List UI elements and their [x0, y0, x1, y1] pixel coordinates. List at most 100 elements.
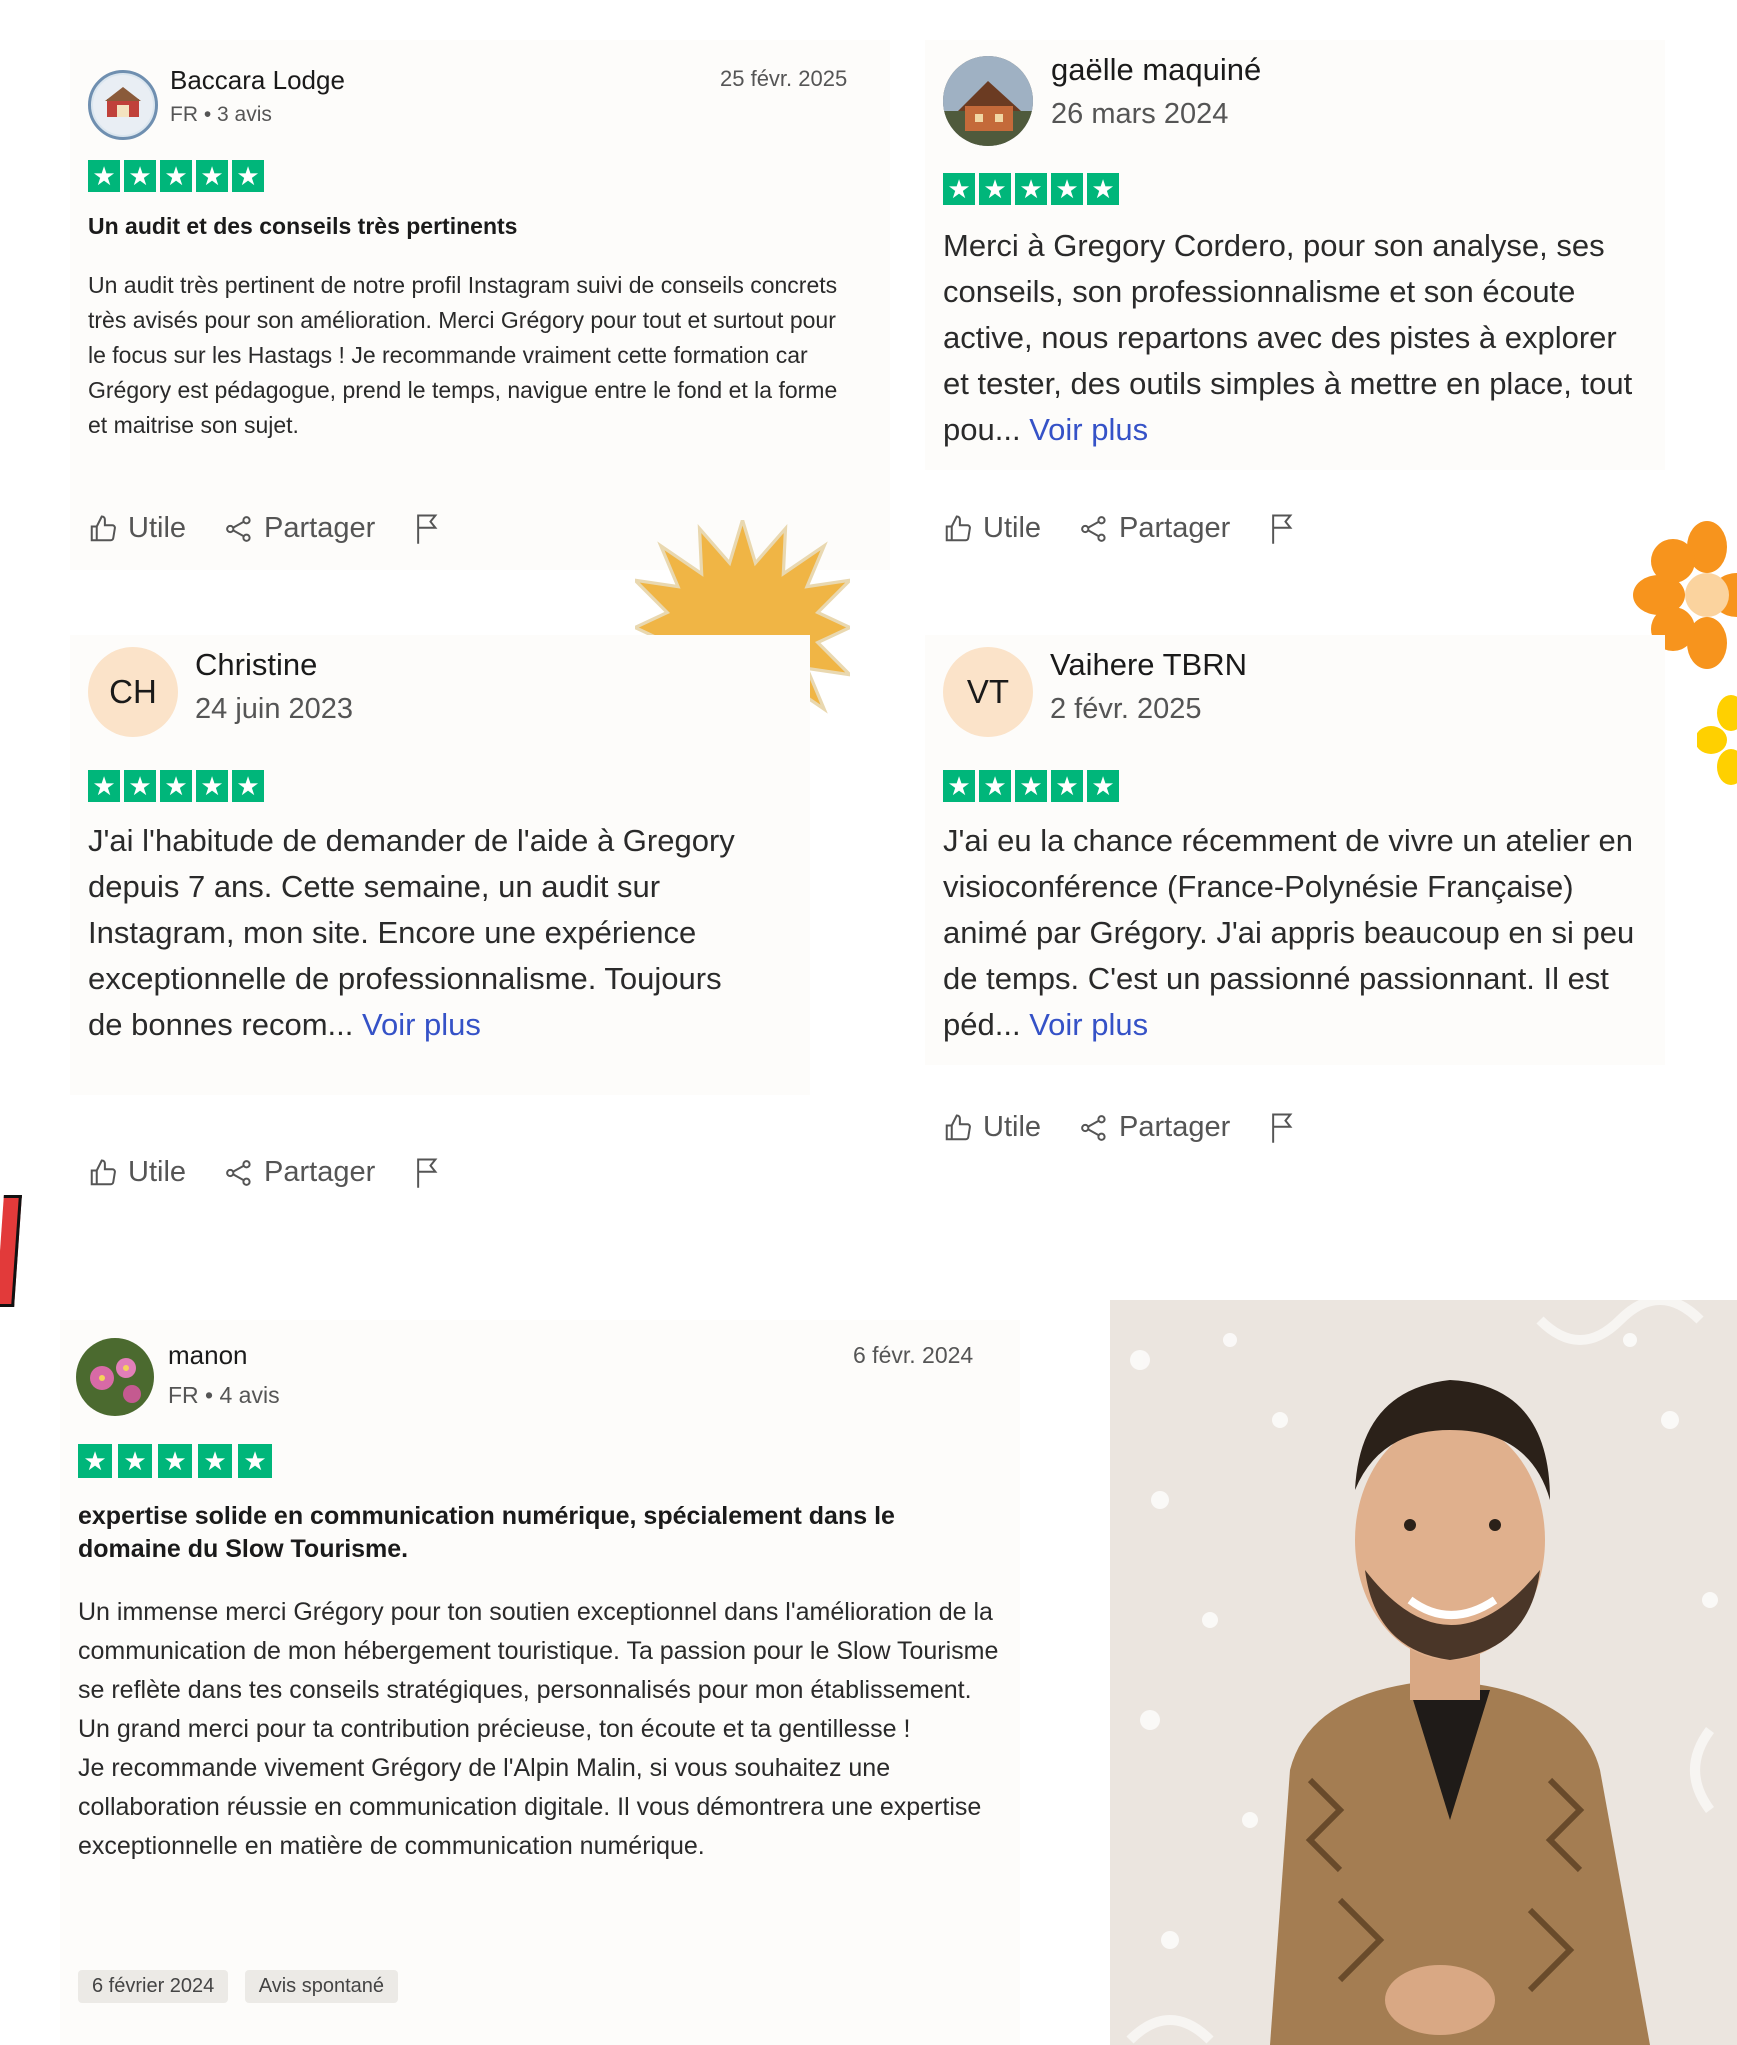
- review-actions: Utile Partager: [943, 512, 1298, 545]
- helpful-button[interactable]: Utile: [943, 1111, 1041, 1144]
- star-icon: ★: [88, 160, 120, 192]
- helpful-button[interactable]: Utile: [88, 1156, 186, 1189]
- review-card-manon: manon FR • 4 avis 6 févr. 2024 ★ ★ ★ ★ ★…: [60, 1320, 1020, 2045]
- review-date: 25 févr. 2025: [720, 66, 848, 91]
- star-icon: ★: [88, 770, 120, 802]
- review-date: 6 févr. 2024: [853, 1342, 974, 1368]
- star-rating: ★ ★ ★ ★ ★: [88, 160, 264, 192]
- reviewer-name[interactable]: Christine: [195, 647, 317, 683]
- star-rating: ★ ★ ★ ★ ★: [943, 173, 1119, 205]
- star-icon: ★: [78, 1444, 112, 1478]
- report-button[interactable]: [413, 1157, 443, 1189]
- review-body: J'ai l'habitude de demander de l'aide à …: [88, 818, 748, 1048]
- review-actions: Utile Partager: [88, 1156, 443, 1189]
- date-tag: 6 février 2024: [78, 1970, 229, 2003]
- see-more-link[interactable]: Voir plus: [1029, 412, 1148, 447]
- star-icon: ★: [196, 770, 228, 802]
- helpful-label: Utile: [983, 1111, 1042, 1143]
- share-icon: [1081, 515, 1106, 542]
- reviewer-name[interactable]: manon: [168, 1340, 248, 1371]
- star-icon: ★: [198, 1444, 232, 1478]
- flag-icon: [1272, 1112, 1293, 1143]
- helpful-label: Utile: [128, 1156, 187, 1188]
- star-icon: ★: [160, 770, 192, 802]
- avatar[interactable]: [943, 56, 1033, 146]
- helpful-label: Utile: [983, 512, 1042, 544]
- review-body: Un audit très pertinent de notre profil …: [88, 272, 838, 438]
- star-icon: ★: [160, 160, 192, 192]
- flag-icon: [417, 1157, 438, 1188]
- review-card-christine: CH Christine 24 juin 2023 ★ ★ ★ ★ ★ J'ai…: [70, 635, 810, 1095]
- thumbs-up-icon: [90, 1158, 116, 1185]
- avatar-initials[interactable]: VT: [943, 647, 1033, 737]
- share-label: Partager: [264, 512, 376, 544]
- see-more-link[interactable]: Voir plus: [362, 1007, 481, 1042]
- review-body: J'ai eu la chance récemment de vivre un …: [943, 818, 1648, 1048]
- thumbs-up-icon: [90, 514, 116, 541]
- reviewer-meta: FR • 3 avis: [170, 103, 272, 126]
- star-icon: ★: [158, 1444, 192, 1478]
- star-icon: ★: [232, 160, 264, 192]
- review-card-vaihere: VT Vaihere TBRN 2 févr. 2025 ★ ★ ★ ★ ★ J…: [925, 635, 1665, 1065]
- star-icon: ★: [943, 770, 975, 802]
- helpful-label: Utile: [128, 512, 187, 544]
- report-button[interactable]: [1268, 1112, 1298, 1144]
- review-date: 2 févr. 2025: [1050, 693, 1202, 725]
- review-card-baccara: Baccara Lodge FR • 3 avis 25 févr. 2025 …: [70, 40, 890, 570]
- star-icon: ★: [1087, 173, 1119, 205]
- share-label: Partager: [1119, 1111, 1231, 1143]
- review-paragraph: Je recommande vivement Grégory de l'Alpi…: [78, 1754, 982, 1860]
- star-rating: ★ ★ ★ ★ ★: [943, 770, 1119, 802]
- star-icon: ★: [979, 173, 1011, 205]
- star-icon: ★: [238, 1444, 272, 1478]
- report-button[interactable]: [413, 513, 443, 545]
- star-icon: ★: [1015, 173, 1047, 205]
- star-icon: ★: [943, 173, 975, 205]
- share-icon: [226, 515, 251, 542]
- star-icon: ★: [118, 1444, 152, 1478]
- reviewer-meta: FR • 4 avis: [168, 1382, 280, 1408]
- decor-red-marker: [0, 1195, 22, 1307]
- review-tags: 6 février 2024 Avis spontané: [78, 1970, 410, 2003]
- review-title: Un audit et des conseils très pertinents: [88, 213, 518, 239]
- star-icon: ★: [979, 770, 1011, 802]
- star-icon: ★: [196, 160, 228, 192]
- see-more-link[interactable]: Voir plus: [1029, 1007, 1148, 1042]
- share-button[interactable]: Partager: [224, 512, 375, 545]
- helpful-button[interactable]: Utile: [88, 512, 186, 545]
- star-rating: ★ ★ ★ ★ ★: [88, 770, 264, 802]
- reviewer-name[interactable]: gaëlle maquiné: [1051, 52, 1261, 88]
- review-paragraph: Un grand merci pour ta contribution préc…: [78, 1715, 911, 1743]
- reviewer-name[interactable]: Vaihere TBRN: [1050, 647, 1247, 683]
- avatar[interactable]: [76, 1338, 154, 1416]
- spontaneous-tag: Avis spontané: [244, 1970, 399, 2003]
- star-icon: ★: [1051, 770, 1083, 802]
- avatar[interactable]: [88, 70, 158, 140]
- star-icon: ★: [1015, 770, 1047, 802]
- reviewer-name[interactable]: Baccara Lodge: [170, 65, 345, 96]
- share-button[interactable]: Partager: [224, 1156, 375, 1189]
- flag-icon: [1272, 513, 1293, 544]
- avatar-initials[interactable]: CH: [88, 647, 178, 737]
- star-icon: ★: [124, 160, 156, 192]
- share-label: Partager: [264, 1156, 376, 1188]
- review-actions: Utile Partager: [88, 512, 443, 545]
- star-icon: ★: [124, 770, 156, 802]
- review-title: expertise solide en communication numéri…: [78, 1502, 895, 1563]
- share-icon: [226, 1159, 251, 1186]
- review-body: Merci à Gregory Cordero, pour son analys…: [943, 223, 1648, 453]
- helpful-button[interactable]: Utile: [943, 512, 1041, 545]
- portrait-photo: [1110, 1300, 1737, 2045]
- review-date: 26 mars 2024: [1051, 98, 1229, 130]
- star-icon: ★: [232, 770, 264, 802]
- report-button[interactable]: [1268, 513, 1298, 545]
- review-body: Un immense merci Grégory pour ton soutie…: [78, 1593, 1018, 1866]
- flag-icon: [417, 513, 438, 544]
- share-button[interactable]: Partager: [1079, 512, 1230, 545]
- review-date: 24 juin 2023: [195, 693, 354, 725]
- star-icon: ★: [1087, 770, 1119, 802]
- share-button[interactable]: Partager: [1079, 1111, 1230, 1144]
- thumbs-up-icon: [945, 1113, 971, 1140]
- star-icon: ★: [1051, 173, 1083, 205]
- flower-icon: [1697, 695, 1737, 785]
